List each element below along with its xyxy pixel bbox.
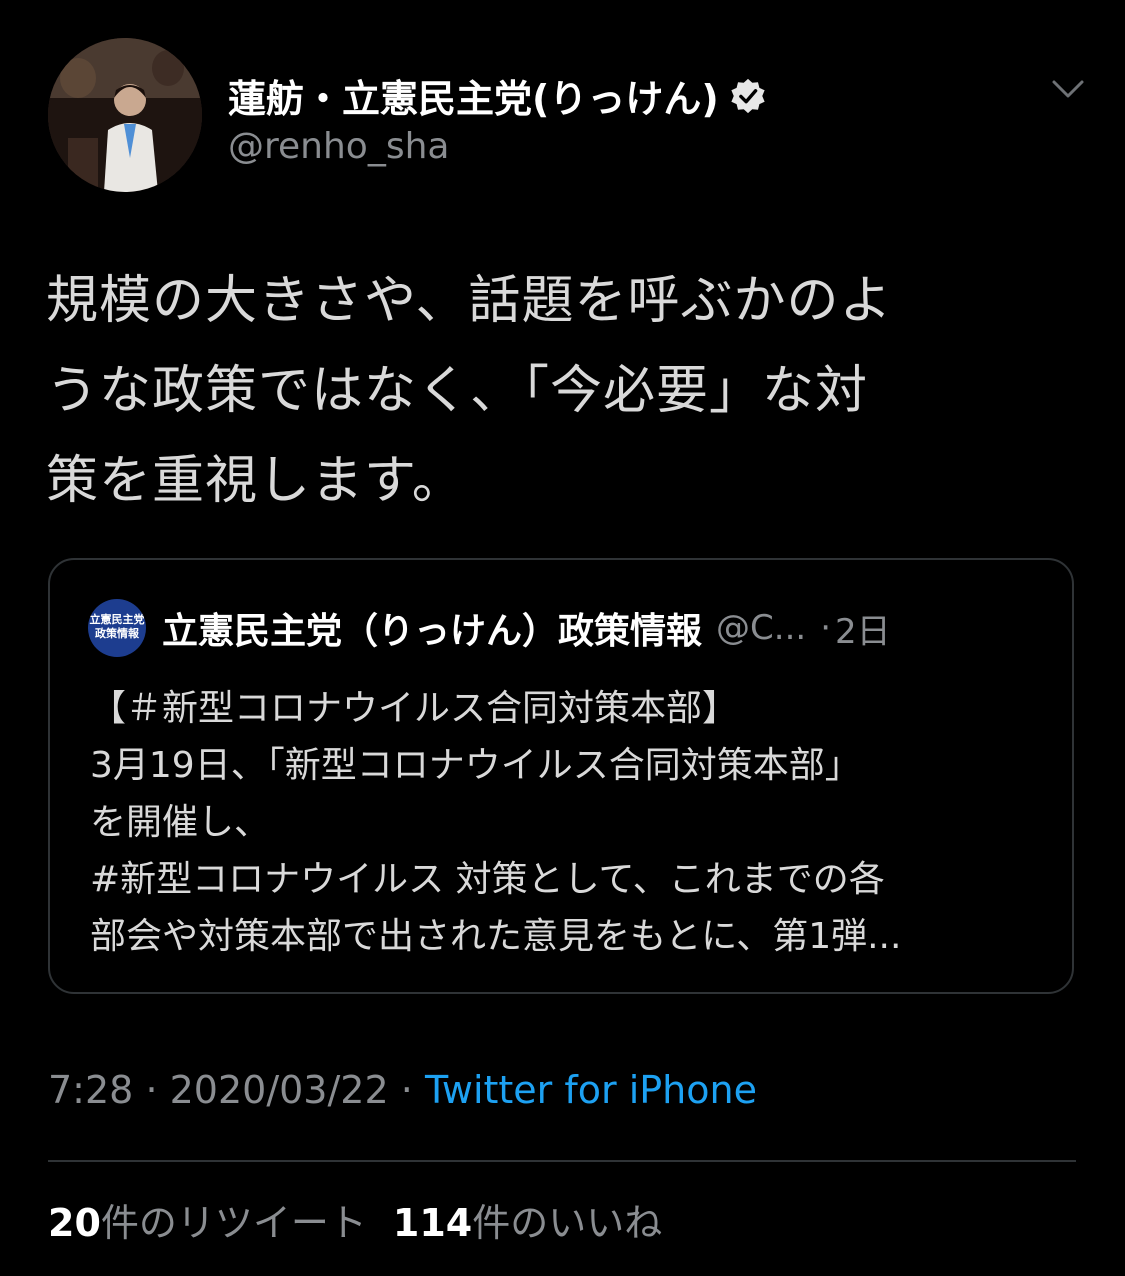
tweet-time: 7:28 [48,1068,134,1112]
tweet-header: 蓮舫・立憲民主党(りっけん) @renho_sha [48,38,1088,198]
author-avatar[interactable] [48,38,202,192]
meta-separator: · [145,1068,158,1112]
quoted-tweet-body: 【＃新型コロナウイルス合同対策本部】 3月19日、「新型コロナウイルス合同対策本… [90,680,1050,965]
quoted-avatar-text: 立憲民主党 [89,613,145,626]
quoted-body-line: 部会や対策本部で出された意見をもとに、第1弾... [90,916,902,957]
verified-badge-icon [729,77,767,115]
likes-label: 件のいいね [472,1201,663,1245]
retweets-label: 件のリツイート [100,1201,367,1245]
retweets-stat[interactable]: 20件のリツイート [48,1201,367,1245]
quoted-body-line: 3月19日、「新型コロナウイルス合同対策本部」 [90,745,861,786]
tweet-source-link[interactable]: Twitter for iPhone [425,1068,757,1112]
meta-separator: · [400,1068,413,1112]
tweet-text-line: 規模の大きさや、話題を呼ぶかのよ [46,271,893,331]
quoted-tweet-header: 立憲民主党 政策情報 立憲民主党（りっけん）政策情報 @C... · 2日 [88,598,1022,658]
quoted-tweet-card[interactable]: 立憲民主党 政策情報 立憲民主党（りっけん）政策情報 @C... · 2日 【＃… [48,558,1074,994]
tweet-meta: 7:28 · 2020/03/22 · Twitter for iPhone [48,1068,757,1112]
tweet-date: 2020/03/22 [169,1068,389,1112]
quoted-body-line: 【＃新型コロナウイルス合同対策本部】 [90,688,739,729]
divider [48,1160,1076,1162]
name-row: 蓮舫・立憲民主党(りっけん) [228,68,767,123]
tweet-text: 規模の大きさや、話題を呼ぶかのよ うな政策ではなく、「今必要」な対 策を重視しま… [46,256,1056,526]
tweet-stats: 20件のリツイート 114件のいいね [48,1192,662,1247]
quoted-author-name: 立憲民主党（りっけん）政策情報 [162,611,703,652]
quoted-body-line: を開催し、 [90,802,271,843]
quoted-author-avatar: 立憲民主党 政策情報 [88,599,146,657]
likes-count: 114 [392,1201,473,1245]
chevron-down-icon[interactable] [1048,74,1088,104]
tweet-text-line: うな政策ではなく、「今必要」な対 [46,361,869,421]
quoted-avatar-text: 政策情報 [95,627,139,640]
quoted-tweet-time: 2日 [835,611,891,652]
author-display-name[interactable]: 蓮舫・立憲民主党(りっけん) [228,68,719,123]
author-handle[interactable]: @renho_sha [228,126,449,167]
retweets-count: 20 [48,1201,101,1245]
likes-stat[interactable]: 114件のいいね [393,1201,662,1245]
quoted-time-separator: · [820,608,831,648]
quoted-author-handle: @C... [716,608,807,648]
avatar-photo [48,38,202,192]
quoted-body-line: #新型コロナウイルス 対策として、これまでの各 [90,859,885,900]
tweet-text-line: 策を重視します。 [46,451,465,511]
